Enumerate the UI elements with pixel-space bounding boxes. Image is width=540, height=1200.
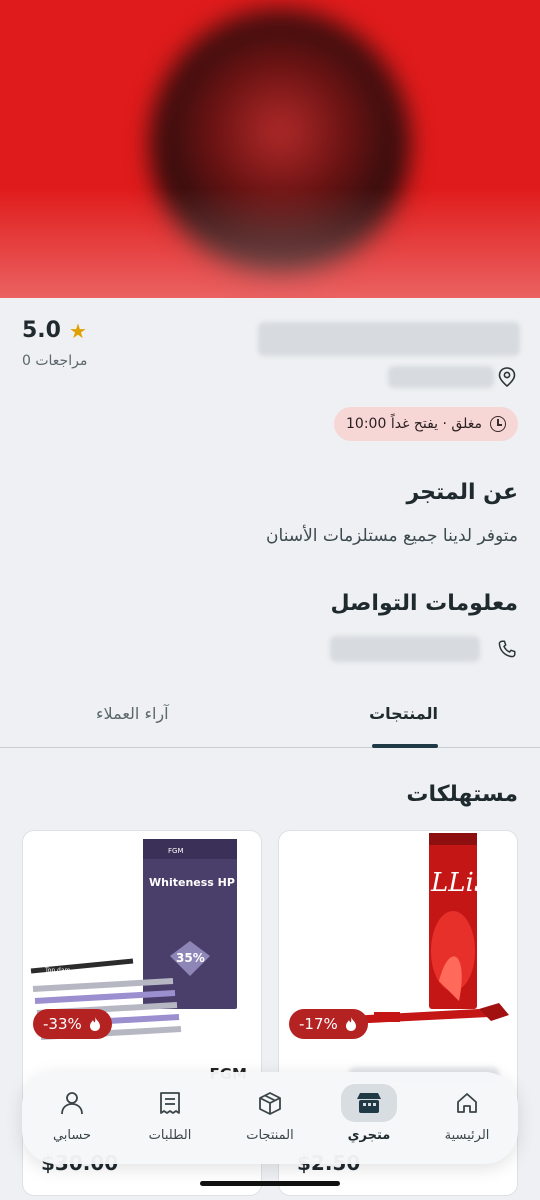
tab-reviews[interactable]: آراء العملاء: [96, 704, 169, 723]
nav-item-account[interactable]: حسابي: [27, 1084, 117, 1143]
rating-value: 5.0: [22, 318, 61, 343]
phone-icon[interactable]: [496, 638, 518, 660]
home-icon: [457, 1093, 477, 1113]
bottom-nav: الرئيسية متجري المنتجات الطلبات حسابي: [22, 1072, 518, 1164]
nav-item-label: المنتجات: [246, 1128, 294, 1143]
store-icon: [357, 1093, 381, 1113]
nav-item-label: متجري: [347, 1128, 391, 1143]
nav-item-label: الرئيسية: [444, 1128, 490, 1143]
home-indicator: [200, 1181, 340, 1186]
flame-icon: [345, 1017, 356, 1031]
product-percent-text: 35%: [176, 951, 205, 965]
contact-title: معلومات التواصل: [330, 591, 518, 616]
about-text: متوفر لدينا جميع مستلزمات الأسنان: [266, 526, 518, 546]
discount-badge: -33%: [33, 1009, 112, 1039]
location-pin-icon: [498, 367, 516, 387]
about-title: عن المتجر: [406, 480, 518, 505]
store-cover-image: [0, 0, 540, 298]
status-label: مغلق · يفتح غداً 10:00: [346, 416, 482, 432]
flame-icon: [89, 1017, 100, 1031]
user-icon: [61, 1092, 83, 1115]
clock-icon: [490, 416, 506, 432]
nav-item-products[interactable]: المنتجات: [225, 1084, 315, 1143]
discount-label: -33%: [43, 1015, 82, 1033]
star-icon: ★: [68, 318, 87, 343]
product-brand-text: LLiS: [430, 868, 492, 898]
tab-products[interactable]: المنتجات: [369, 704, 438, 723]
reviews-count: 0 مراجعات: [22, 353, 88, 369]
product-tube-label: Top dam: [44, 967, 71, 974]
nav-item-label: حسابي: [52, 1128, 92, 1143]
store-name-redacted: [258, 322, 520, 356]
product-brand-text: Whiteness HP Blue: [149, 876, 262, 889]
product-maker-text: FGM: [168, 847, 184, 855]
phone-number-redacted[interactable]: [330, 636, 480, 662]
nav-item-orders[interactable]: الطلبات: [125, 1084, 215, 1143]
discount-label: -17%: [299, 1015, 338, 1033]
receipt-icon: [160, 1092, 180, 1114]
category-title: مستهلكات: [406, 782, 518, 807]
box-icon: [259, 1092, 281, 1115]
store-hours-status: مغلق · يفتح غداً 10:00: [334, 407, 518, 441]
discount-badge: -17%: [289, 1009, 368, 1039]
nav-item-home[interactable]: الرئيسية: [422, 1084, 512, 1143]
nav-item-my-store[interactable]: متجري: [324, 1084, 414, 1143]
store-rating: 5.0 ★: [22, 318, 87, 343]
nav-item-label: الطلبات: [148, 1128, 192, 1143]
store-tabs: المنتجات آراء العملاء: [0, 690, 540, 748]
store-address-redacted: [388, 366, 494, 388]
active-tab-indicator: [372, 744, 438, 748]
